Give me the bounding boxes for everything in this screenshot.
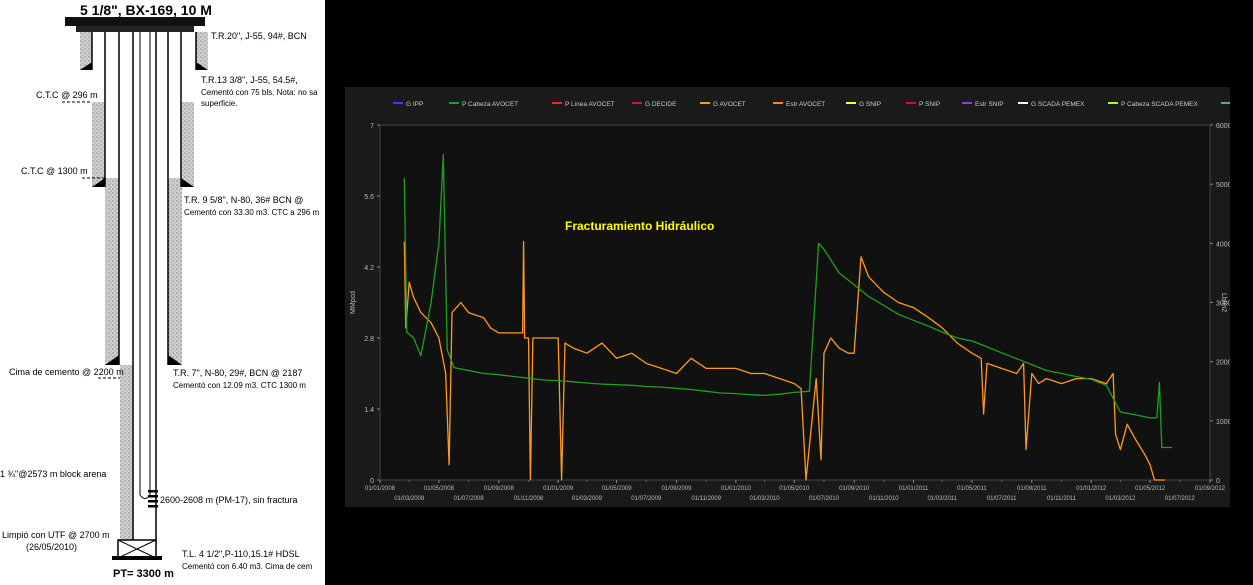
xtick-minor-label: 01/03/2011 [927, 496, 957, 502]
xtick-label: 01/09/2012 [1195, 486, 1226, 492]
cement-9in-left [105, 178, 119, 365]
plot-area [379, 124, 1211, 481]
ytick-right-label: 4000 [1216, 241, 1230, 248]
xtick-label: 01/05/2011 [957, 486, 987, 492]
xtick-label: 01/09/2008 [484, 486, 515, 492]
annotation-fracturamiento: Fracturamiento Hidráulico [565, 219, 714, 233]
ytick-left-label: 1.4 [364, 407, 374, 414]
xtick-minor-label: 01/07/2008 [454, 496, 485, 502]
xtick-label: 01/05/2010 [779, 486, 810, 492]
legend-label: P Linea AVOCET [565, 101, 615, 108]
label-cima-cemento: Cima de cemento @ 2200 m [9, 367, 124, 377]
xtick-label: 01/01/2011 [899, 486, 929, 492]
label-block-arena: 1 ¾"@2573 m block arena [0, 469, 107, 479]
xtick-label: 01/09/2010 [839, 486, 870, 492]
ytick-right-label: 6000 [1216, 123, 1230, 130]
xtick-minor-label: 01/03/2009 [572, 496, 603, 502]
xtick-minor-label: 01/11/2010 [869, 496, 899, 502]
label-tl: T.L. 4 1/2",P-110,15.1# HDSL [182, 549, 300, 559]
chart-svg: 01.42.84.25.670100020003000400050006000M… [350, 101, 1253, 502]
cement-7in-left [120, 365, 133, 540]
label-perforations: 2600-2608 m (PM-17), sin fractura [160, 495, 298, 505]
xtick-minor-label: 01/07/2010 [809, 496, 840, 502]
ytick-left-label: 0 [370, 478, 374, 485]
legend-label: G IPP [406, 101, 423, 108]
ytick-left-label: 4.2 [364, 265, 374, 272]
label-ctc-1300: C.T.C @ 1300 m [21, 166, 88, 176]
legend-label: G SCADA PEMEX [1031, 101, 1085, 108]
xtick-minor-label: 01/11/2009 [691, 496, 721, 502]
label-tr13: T.R.13 3/8", J-55, 54.5#, [201, 75, 298, 85]
label-tr7: T.R. 7", N-80, 29#, BCN @ 2187 [173, 368, 303, 378]
xtick-minor-label: 01/11/2008 [514, 496, 544, 502]
xtick-minor-label: 01/07/2012 [1165, 496, 1196, 502]
legend-label: Estr SNIP [975, 101, 1004, 108]
legend-label: Estr AVOCET [786, 101, 825, 108]
wellhead-flange [65, 17, 205, 26]
legend-label: P Cabeza AVOCET [462, 101, 518, 108]
xtick-label: 01/01/2009 [543, 486, 574, 492]
ytick-left-label: 7 [370, 123, 374, 130]
label-ctc-296: C.T.C @ 296 m [36, 90, 98, 100]
label-tr7-cement: Cementó con 12.09 m3. CTC 1300 m [173, 381, 306, 390]
xtick-label: 01/09/2009 [661, 486, 692, 492]
label-tr9: T.R. 9 5/8", N-80, 36# BCN @ [184, 195, 304, 205]
production-chart: 0 1.4 2.8 4.2 5.6 7 0 1000 2000 3000 4000 5000 6000 M… [345, 87, 1253, 507]
label-tr13-cement: Cementó con 75 bls. Nota: no sa [201, 88, 318, 97]
xtick-label: 01/05/2009 [602, 486, 633, 492]
xtick-minor-label: 01/07/2011 [987, 496, 1017, 502]
xtick-minor-label: 01/03/2010 [750, 496, 781, 502]
legend-label: G DECIDE [645, 101, 677, 108]
ytick-left-label: 2.8 [364, 336, 374, 343]
legend-label: G AVOCET [713, 101, 746, 108]
ytick-right-label: 5000 [1216, 182, 1230, 189]
ylabel-left: MMpcd [350, 291, 357, 314]
legend-label: P Cabeza SCADA PEMEX [1121, 101, 1198, 108]
legend-label: P SNIP [919, 101, 940, 108]
xtick-minor-label: 01/03/2012 [1105, 496, 1136, 502]
xtick-label: 01/09/2011 [1017, 486, 1047, 492]
label-limpio-utf: Limpió con UTF @ 2700 m [2, 530, 110, 540]
label-tr9-cement: Cementó con 33.30 m3. CTC a 296 m [184, 208, 320, 217]
label-total-depth: PT= 3300 m [113, 568, 174, 580]
ylabel-right: Lb/in2 [1220, 293, 1227, 312]
xtick-minor-label: 01/03/2008 [394, 496, 425, 502]
cement-13in-left [92, 102, 105, 187]
ytick-left-label: 5.6 [364, 194, 374, 201]
cement-13in-right [181, 102, 194, 187]
ytick-right-label: 0 [1216, 478, 1220, 485]
xtick-label: 01/01/2010 [721, 486, 752, 492]
xtick-label: 01/01/2012 [1076, 486, 1107, 492]
legend-label: G SNIP [859, 101, 881, 108]
label-tr13-note: superficie. [201, 99, 238, 108]
well-diagram: 5 1/8", BX-169, 10 M T.R.20", J-55, 94#,… [0, 0, 325, 585]
well-header: 5 1/8", BX-169, 10 M [80, 2, 212, 18]
ytick-right-label: 1000 [1216, 419, 1230, 426]
cement-9in-right [168, 178, 182, 365]
xtick-label: 01/05/2012 [1135, 486, 1166, 492]
label-limpio-date: (26/05/2010) [26, 542, 78, 552]
ytick-right-label: 2000 [1216, 360, 1230, 367]
label-tr20: T.R.20", J-55, 94#, BCN [211, 31, 307, 41]
xtick-label: 01/05/2008 [424, 486, 455, 492]
xtick-minor-label: 01/11/2011 [1047, 496, 1077, 502]
label-tl-cement: Cementó con 6.40 m3. Cima de cem [182, 562, 313, 571]
xtick-label: 01/01/2008 [365, 486, 396, 492]
xtick-minor-label: 01/07/2009 [631, 496, 662, 502]
